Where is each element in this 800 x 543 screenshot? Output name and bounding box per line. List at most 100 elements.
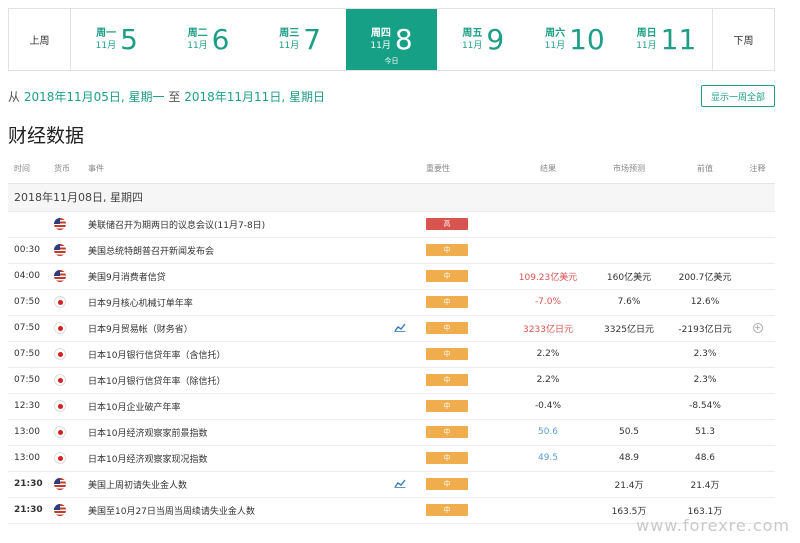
- forecast-value: 48.9: [588, 445, 670, 472]
- importance-badge: 高: [426, 218, 468, 230]
- day-tab-labels: 周一 11月: [96, 27, 116, 52]
- day-tab-10[interactable]: 周六 11月 10: [529, 9, 621, 70]
- event-name[interactable]: 日本10月银行信贷年率（除信托）: [88, 367, 394, 394]
- event-name[interactable]: 日本10月银行信贷年率（含信托）: [88, 341, 394, 368]
- chart-cell: [394, 211, 426, 238]
- importance-badge: 中: [426, 348, 468, 360]
- note-cell: [740, 341, 775, 368]
- table-row[interactable]: 04:00 美国9月消费者信贷 中 109.23亿美元 160亿美元 200.7亿美元: [8, 263, 775, 290]
- day-tab-weekday: 周六: [545, 28, 566, 39]
- result-value: 50.6: [508, 419, 588, 446]
- chart-cell: [394, 341, 426, 368]
- day-tab-5[interactable]: 周一 11月 5: [71, 9, 163, 70]
- table-row[interactable]: 07:50 日本9月核心机械订单年率 中 -7.0% 7.6% 12.6%: [8, 289, 775, 316]
- event-time: 21:30: [8, 471, 54, 498]
- day-tab-number: 5: [120, 22, 138, 56]
- result-value: 2.2%: [508, 367, 588, 394]
- show-whole-week-button[interactable]: 显示一周全部: [701, 85, 775, 107]
- us-flag-icon: [54, 218, 66, 230]
- next-week-button[interactable]: 下周: [712, 9, 774, 70]
- forecast-value: 50.5: [588, 419, 670, 446]
- previous-value: 48.6: [670, 445, 740, 472]
- add-note-icon[interactable]: +: [752, 323, 763, 333]
- event-name[interactable]: 美国上周初请失业金人数: [88, 471, 394, 498]
- table-row[interactable]: 21:30 美国上周初请失业金人数 中 21.4万 21.4万: [8, 471, 775, 498]
- event-name[interactable]: 美国至10月27日当周当周续请失业金人数: [88, 497, 394, 524]
- importance-cell: 中: [426, 471, 508, 498]
- day-tab-9[interactable]: 周五 11月 9: [437, 9, 529, 70]
- event-name[interactable]: 美联储召开为期两日的议息会议(11月7-8日): [88, 211, 394, 238]
- jp-flag-icon: [54, 452, 66, 464]
- previous-value: 51.3: [670, 419, 740, 446]
- prev-week-button[interactable]: 上周: [9, 9, 71, 70]
- event-time: 07:50: [8, 367, 54, 394]
- day-tab-weekday: 周日: [636, 28, 657, 39]
- importance-cell: 中: [426, 367, 508, 394]
- range-from-word: 从: [8, 90, 21, 104]
- chart-icon[interactable]: [394, 478, 406, 488]
- header-event: 事件: [88, 155, 394, 184]
- importance-badge: 中: [426, 296, 468, 308]
- day-tab-labels: 周日 11月: [636, 27, 656, 52]
- chart-cell: [394, 393, 426, 420]
- week-navigator: 上周 周一 11月 5 周二 11月 6 周三 11月 7 周四 11月 8 今日 周五 11月 9 周六 11月…: [8, 8, 775, 71]
- chart-icon[interactable]: [394, 322, 406, 332]
- day-tab-month: 11月: [370, 41, 391, 51]
- event-time: [8, 211, 54, 238]
- jp-flag-icon: [54, 322, 66, 334]
- day-tab-weekday: 周五: [462, 28, 483, 39]
- currency-cell: [54, 393, 88, 420]
- day-tabs: 周一 11月 5 周二 11月 6 周三 11月 7 周四 11月 8 今日 周五 11月 9 周六 11月 10 周…: [71, 9, 712, 70]
- table-row[interactable]: 13:00 日本10月经济观察家现况指数 中 49.5 48.9 48.6: [8, 445, 775, 472]
- table-row[interactable]: 07:50 日本10月银行信贷年率（含信托） 中 2.2% 2.3%: [8, 341, 775, 368]
- currency-cell: [54, 315, 88, 342]
- result-value: [508, 471, 588, 498]
- chart-cell: [394, 497, 426, 524]
- event-name[interactable]: 日本10月企业破产年率: [88, 393, 394, 420]
- event-name[interactable]: 日本10月经济观察家现况指数: [88, 445, 394, 472]
- table-row[interactable]: 00:30 美国总统特朗普召开新闻发布会 中: [8, 237, 775, 264]
- event-name[interactable]: 日本9月核心机械订单年率: [88, 289, 394, 316]
- event-name[interactable]: 日本10月经济观察家前景指数: [88, 419, 394, 446]
- day-tab-number: 6: [211, 22, 230, 56]
- table-row[interactable]: 12:30 日本10月企业破产年率 中 -0.4% -8.54%: [8, 393, 775, 420]
- header-time: 时间: [8, 155, 54, 184]
- importance-cell: 中: [426, 393, 508, 420]
- day-tab-number: 8: [394, 22, 413, 56]
- us-flag-icon: [54, 504, 66, 516]
- forecast-value: [588, 341, 670, 368]
- jp-flag-icon: [54, 374, 66, 386]
- note-cell: [740, 471, 775, 498]
- currency-cell: [54, 471, 88, 498]
- note-cell: [740, 445, 775, 472]
- note-cell: [740, 367, 775, 394]
- previous-value: 2.3%: [670, 367, 740, 394]
- currency-cell: [54, 263, 88, 290]
- page-title: 财经数据: [8, 125, 85, 147]
- event-name[interactable]: 美国9月消费者信贷: [88, 263, 394, 290]
- day-tab-number: 11: [660, 22, 697, 56]
- table-row[interactable]: 07:50 日本9月贸易帐（财务省） 中 3233亿日元 3325亿日元 -2193亿日元…: [8, 315, 775, 342]
- day-tab-labels: 周三 11月: [279, 27, 299, 52]
- day-tab-7[interactable]: 周三 11月 7: [254, 9, 346, 70]
- day-tab-month: 11月: [636, 41, 657, 51]
- table-row[interactable]: 13:00 日本10月经济观察家前景指数 中 50.6 50.5 51.3: [8, 419, 775, 446]
- importance-cell: 中: [426, 341, 508, 368]
- day-tab-month: 11月: [187, 41, 208, 51]
- event-time: 00:30: [8, 237, 54, 264]
- day-tab-8[interactable]: 周四 11月 8 今日: [345, 9, 438, 70]
- importance-cell: 高: [426, 211, 508, 238]
- header-importance: 重要性: [426, 155, 508, 184]
- day-tab-6[interactable]: 周二 11月 6: [163, 9, 255, 70]
- day-tab-11[interactable]: 周日 11月 11: [620, 9, 712, 70]
- currency-cell: [54, 445, 88, 472]
- event-name[interactable]: 日本9月贸易帐（财务省）: [88, 315, 394, 342]
- chart-cell: [394, 367, 426, 394]
- forecast-value: 7.6%: [588, 289, 670, 316]
- calendar-table: 时间 货币 事件 重要性 结果 市场预测 前值 注释 2018年11月08日, …: [8, 155, 775, 524]
- forecast-value: [588, 211, 670, 238]
- result-value: 2.2%: [508, 341, 588, 368]
- table-row[interactable]: 07:50 日本10月银行信贷年率（除信托） 中 2.2% 2.3%: [8, 367, 775, 394]
- table-row[interactable]: 美联储召开为期两日的议息会议(11月7-8日) 高: [8, 211, 775, 238]
- event-name[interactable]: 美国总统特朗普召开新闻发布会: [88, 237, 394, 264]
